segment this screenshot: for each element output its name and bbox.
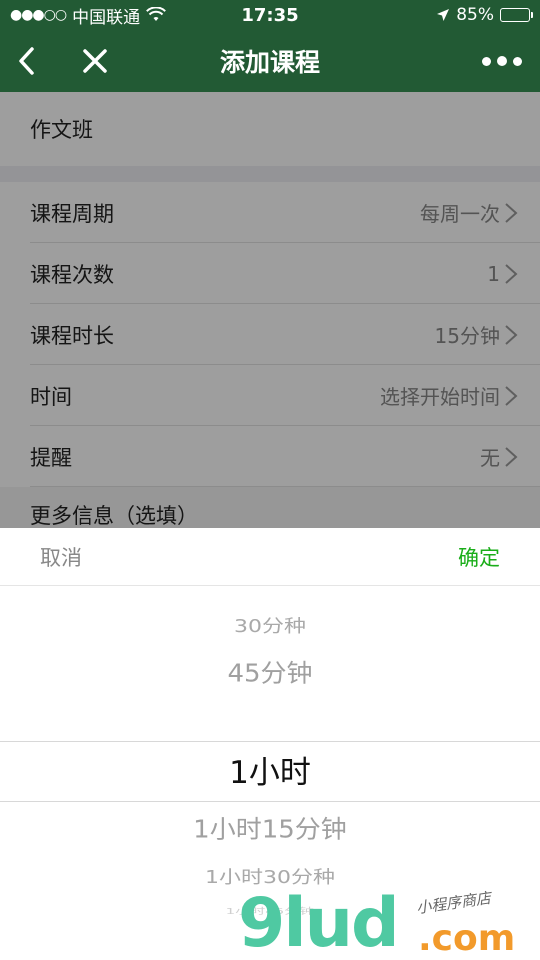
more-dot <box>482 56 491 66</box>
more-dot <box>513 56 522 66</box>
selection-line-top <box>0 741 540 742</box>
status-right: 85% <box>436 5 533 25</box>
page-title: 添加课程 <box>219 48 320 77</box>
picker-toolbar: 取消 确定 <box>0 528 540 586</box>
picker-wheel[interactable]: 15分钟30分种45分钟1小时1小时15分钟1小时30分种1小时45分钟 <box>0 586 540 960</box>
picker-option[interactable]: 1小时45分钟 <box>0 907 540 915</box>
battery-icon <box>500 8 533 22</box>
cancel-button[interactable]: 取消 <box>40 542 82 572</box>
carrier-name: 中国联通 <box>72 7 141 28</box>
picker-option-selected[interactable]: 1小时 <box>0 757 540 789</box>
selection-line-bottom <box>0 801 540 802</box>
location-arrow-icon <box>437 9 450 21</box>
confirm-button[interactable]: 确定 <box>458 542 500 572</box>
picker-option[interactable]: 45分钟 <box>0 662 540 687</box>
battery-percent: 85% <box>456 5 494 25</box>
status-bar: ●●●○○ 中国联通 17:35 85% <box>0 0 540 30</box>
wifi-icon <box>146 7 167 21</box>
more-dot <box>497 56 507 66</box>
duration-picker: 取消 确定 15分钟30分种45分钟1小时1小时15分钟1小时30分种1小时45… <box>0 528 540 960</box>
modal-mask[interactable] <box>0 92 540 528</box>
picker-option[interactable]: 1小时15分钟 <box>0 818 540 843</box>
more-options-icon[interactable] <box>482 52 522 70</box>
picker-option[interactable]: 30分种 <box>0 618 540 636</box>
signal-strength-icon: ●●●○○ <box>10 7 67 23</box>
nav-bar: 添加课程 <box>0 30 540 92</box>
picker-option[interactable]: 1小时30分种 <box>0 869 540 887</box>
status-left: ●●●○○ 中国联通 <box>10 3 167 28</box>
